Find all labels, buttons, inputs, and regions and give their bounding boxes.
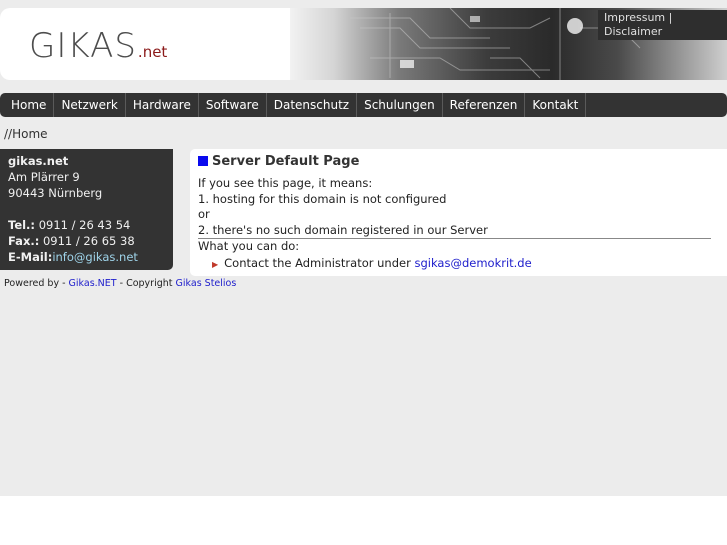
- page-background: GIKAS.net Impressum | Disclaimer Home Ne…: [0, 0, 727, 496]
- gikas-stelios-link[interactable]: Gikas Stelios: [176, 278, 237, 289]
- menu-item-kontakt[interactable]: Kontakt: [525, 93, 587, 117]
- phone-line: Tel.: 0911 / 26 43 54: [8, 217, 165, 233]
- disclaimer-link[interactable]: Disclaimer: [604, 25, 727, 39]
- menu-item-netzwerk[interactable]: Netzwerk: [54, 93, 126, 117]
- city-address: 90443 Nürnberg: [8, 186, 103, 200]
- gikas-net-link[interactable]: Gikas.NET: [69, 278, 117, 289]
- intro-line: If you see this page, it means:: [198, 176, 373, 190]
- or-line: or: [198, 207, 210, 222]
- logo-area: GIKAS.net: [0, 8, 290, 80]
- contact-sidebar: gikas.net Am Plärrer 9 90443 Nürnberg Te…: [0, 149, 173, 270]
- what-you-can-do: What you can do:: [198, 239, 300, 254]
- site-logo[interactable]: GIKAS.net: [29, 26, 167, 66]
- footer-prefix: Powered by -: [4, 278, 66, 289]
- reason-2: 2. there's no such domain registered in …: [198, 222, 488, 237]
- fax-number: 0911 / 26 65 38: [42, 234, 135, 248]
- phone-label: Tel.:: [8, 218, 36, 232]
- menu-item-schulungen[interactable]: Schulungen: [357, 93, 443, 117]
- action-item: ▶ Contact the Administrator under sgikas@…: [198, 256, 719, 273]
- fax-label: Fax.:: [8, 234, 40, 248]
- company-name: gikas.net: [8, 154, 69, 168]
- breadcrumb: //Home: [4, 127, 48, 141]
- fax-line: Fax.: 0911 / 26 65 38: [8, 233, 165, 249]
- menu-item-datenschutz[interactable]: Datenschutz: [267, 93, 358, 117]
- street-address: Am Plärrer 9: [8, 170, 80, 184]
- footer-middle: - Copyright: [119, 278, 173, 289]
- arrow-right-icon: ▶: [212, 259, 219, 269]
- main-content: Server Default Page If you see this page…: [190, 149, 727, 276]
- phone-number: 0911 / 26 43 54: [38, 218, 131, 232]
- menu-item-hardware[interactable]: Hardware: [126, 93, 199, 117]
- email-line: E-Mail:info@gikas.net: [8, 249, 165, 265]
- reason-1: 1. hosting for this domain is not config…: [198, 191, 447, 206]
- menu-item-software[interactable]: Software: [199, 93, 267, 117]
- admin-email-link[interactable]: sgikas@demokrit.de: [414, 256, 531, 270]
- menu-item-referenzen[interactable]: Referenzen: [443, 93, 526, 117]
- header: GIKAS.net Impressum | Disclaimer: [0, 8, 727, 80]
- logo-main: GIKAS: [29, 26, 137, 66]
- square-bullet-icon: [198, 156, 208, 166]
- top-links: Impressum | Disclaimer: [598, 10, 727, 40]
- menu-item-home[interactable]: Home: [0, 93, 55, 117]
- page-title: Server Default Page: [198, 155, 719, 169]
- action-text: Contact the Administrator under: [224, 255, 411, 270]
- footer: Powered by - Gikas.NET - Copyright Gikas…: [4, 278, 236, 289]
- main-menu: Home Netzwerk Hardware Software Datensch…: [0, 93, 727, 117]
- email-link[interactable]: info@gikas.net: [52, 250, 138, 264]
- logo-ext: .net: [137, 43, 168, 61]
- email-label: E-Mail:: [8, 250, 53, 264]
- impressum-link[interactable]: Impressum |: [604, 11, 727, 25]
- page-title-text: Server Default Page: [212, 154, 360, 169]
